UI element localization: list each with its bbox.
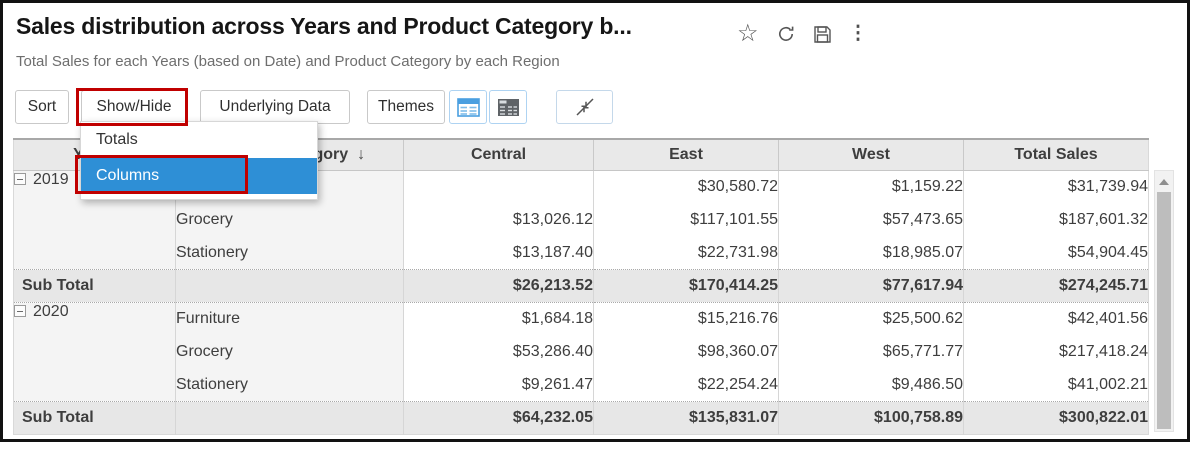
subtotal-value: $274,245.71 — [964, 270, 1149, 303]
pivot-table-icon — [497, 98, 520, 117]
value-cell: $22,731.98 — [594, 237, 779, 270]
table-row: Stationery $9,261.47 $22,254.24 $9,486.5… — [14, 369, 1149, 402]
category-cell: Stationery — [176, 369, 404, 402]
save-icon[interactable] — [813, 25, 832, 44]
value-cell: $31,739.94 — [964, 171, 1149, 204]
show-hide-button[interactable]: Show/Hide — [81, 90, 187, 124]
subtotal-label: Sub Total — [14, 402, 176, 435]
value-cell: $65,771.77 — [779, 336, 964, 369]
category-cell: Stationery — [176, 237, 404, 270]
flat-table-view-button[interactable] — [449, 90, 487, 124]
refresh-icon[interactable] — [776, 24, 796, 44]
value-cell — [404, 171, 594, 204]
category-cell: Grocery — [176, 336, 404, 369]
value-cell: $1,159.22 — [779, 171, 964, 204]
category-cell: Grocery — [176, 204, 404, 237]
menu-item-columns[interactable]: Columns — [81, 158, 317, 194]
subtotal-value: $300,822.01 — [964, 402, 1149, 435]
subtotal-empty-cell — [176, 270, 404, 303]
value-cell: $9,261.47 — [404, 369, 594, 402]
value-cell: $53,286.40 — [404, 336, 594, 369]
value-cell: $13,187.40 — [404, 237, 594, 270]
sort-descending-icon: ↓ — [357, 146, 365, 163]
value-cell: $13,026.12 — [404, 204, 594, 237]
menu-item-totals[interactable]: Totals — [81, 122, 317, 158]
value-cell: $187,601.32 — [964, 204, 1149, 237]
favorite-star-icon[interactable]: ☆ — [737, 22, 759, 46]
table-row: Grocery $53,286.40 $98,360.07 $65,771.77… — [14, 336, 1149, 369]
subtotal-label: Sub Total — [14, 270, 176, 303]
collapse-group-icon[interactable] — [14, 173, 26, 185]
collapse-view-button[interactable] — [556, 90, 613, 124]
subtotal-value: $100,758.89 — [779, 402, 964, 435]
themes-button[interactable]: Themes — [367, 90, 445, 124]
subtotal-empty-cell — [176, 402, 404, 435]
report-description: Total Sales for each Years (based on Dat… — [16, 53, 560, 70]
value-cell: $1,684.18 — [404, 303, 594, 336]
pivot-table-view-button[interactable] — [489, 90, 527, 124]
subtotal-row-2020: Sub Total $64,232.05 $135,831.07 $100,75… — [14, 402, 1149, 435]
value-cell: $18,985.07 — [779, 237, 964, 270]
value-cell: $98,360.07 — [594, 336, 779, 369]
flat-table-icon — [457, 98, 480, 117]
subtotal-value: $77,617.94 — [779, 270, 964, 303]
column-header-east: East — [594, 139, 779, 171]
scroll-up-arrow-icon[interactable] — [1159, 179, 1169, 185]
value-cell: $42,401.56 — [964, 303, 1149, 336]
subtotal-value: $26,213.52 — [404, 270, 594, 303]
category-cell: Furniture — [176, 303, 404, 336]
value-cell: $22,254.24 — [594, 369, 779, 402]
value-cell: $41,002.21 — [964, 369, 1149, 402]
column-header-total-sales: Total Sales — [964, 139, 1149, 171]
subtotal-row-2019: Sub Total $26,213.52 $170,414.25 $77,617… — [14, 270, 1149, 303]
value-cell: $9,486.50 — [779, 369, 964, 402]
year-group-2020: 2020 — [14, 303, 176, 402]
subtotal-value: $135,831.07 — [594, 402, 779, 435]
value-cell: $25,500.62 — [779, 303, 964, 336]
collapse-icon — [575, 97, 595, 117]
vertical-scrollbar[interactable] — [1154, 170, 1174, 432]
underlying-data-button[interactable]: Underlying Data — [200, 90, 350, 124]
subtotal-value: $170,414.25 — [594, 270, 779, 303]
subtotal-value: $64,232.05 — [404, 402, 594, 435]
column-header-west: West — [779, 139, 964, 171]
table-row: 2020 Furniture $1,684.18 $15,216.76 $25,… — [14, 303, 1149, 336]
table-row: Grocery $13,026.12 $117,101.55 $57,473.6… — [14, 204, 1149, 237]
value-cell: $57,473.65 — [779, 204, 964, 237]
sort-button[interactable]: Sort — [15, 90, 69, 124]
show-hide-dropdown-menu: Totals Columns — [80, 121, 318, 200]
value-cell: $15,216.76 — [594, 303, 779, 336]
column-header-central: Central — [404, 139, 594, 171]
scrollbar-thumb[interactable] — [1157, 192, 1171, 429]
value-cell: $117,101.55 — [594, 204, 779, 237]
collapse-group-icon[interactable] — [14, 305, 26, 317]
more-options-icon[interactable]: ⋮ — [849, 24, 868, 44]
value-cell: $217,418.24 — [964, 336, 1149, 369]
value-cell: $54,904.45 — [964, 237, 1149, 270]
value-cell: $30,580.72 — [594, 171, 779, 204]
table-row: Stationery $13,187.40 $22,731.98 $18,985… — [14, 237, 1149, 270]
page-title: Sales distribution across Years and Prod… — [16, 13, 632, 40]
title-actions: ☆ ⋮ — [737, 22, 868, 46]
